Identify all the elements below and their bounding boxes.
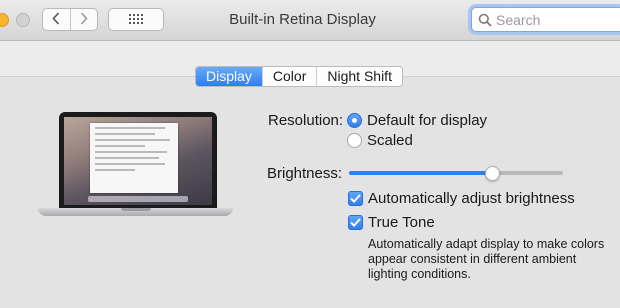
show-all-grid-icon: [129, 11, 143, 29]
brightness-slider-fill: [349, 171, 493, 175]
resolution-default-label[interactable]: Default for display: [367, 112, 487, 129]
checkmark-icon: [350, 190, 361, 208]
minimize-button[interactable]: [0, 13, 9, 27]
tab-color[interactable]: Color: [261, 67, 317, 86]
title-bar: Built-in Retina Display: [0, 0, 620, 41]
auto-brightness-label[interactable]: Automatically adjust brightness: [368, 190, 575, 207]
checkmark-icon: [350, 214, 361, 232]
macbook-display-icon: [38, 112, 233, 220]
true-tone-checkbox[interactable]: [348, 215, 363, 230]
search-input[interactable]: [496, 11, 616, 28]
tab-bar: Display Color Night Shift: [195, 66, 403, 87]
show-all-button[interactable]: [108, 8, 164, 31]
back-button[interactable]: [43, 9, 70, 30]
auto-brightness-checkbox[interactable]: [348, 191, 363, 206]
forward-chevron-icon: [80, 11, 88, 28]
search-field[interactable]: [471, 7, 620, 32]
tab-display[interactable]: Display: [196, 67, 262, 86]
window-title: Built-in Retina Display: [229, 11, 376, 28]
brightness-slider-track[interactable]: [349, 171, 563, 175]
true-tone-label[interactable]: True Tone: [368, 214, 435, 231]
resolution-label: Resolution:: [268, 112, 344, 129]
zoom-button[interactable]: [16, 13, 30, 27]
tab-night-shift[interactable]: Night Shift: [316, 67, 402, 86]
resolution-scaled-label[interactable]: Scaled: [367, 132, 413, 149]
back-chevron-icon: [52, 11, 60, 28]
brightness-label: Brightness:: [267, 165, 343, 182]
forward-button[interactable]: [69, 9, 98, 30]
search-icon: [478, 13, 492, 27]
navigation-buttons: [42, 8, 98, 31]
resolution-scaled-radio[interactable]: [347, 133, 362, 148]
resolution-default-radio[interactable]: [347, 113, 362, 128]
true-tone-description: Automatically adapt display to make colo…: [368, 237, 605, 281]
